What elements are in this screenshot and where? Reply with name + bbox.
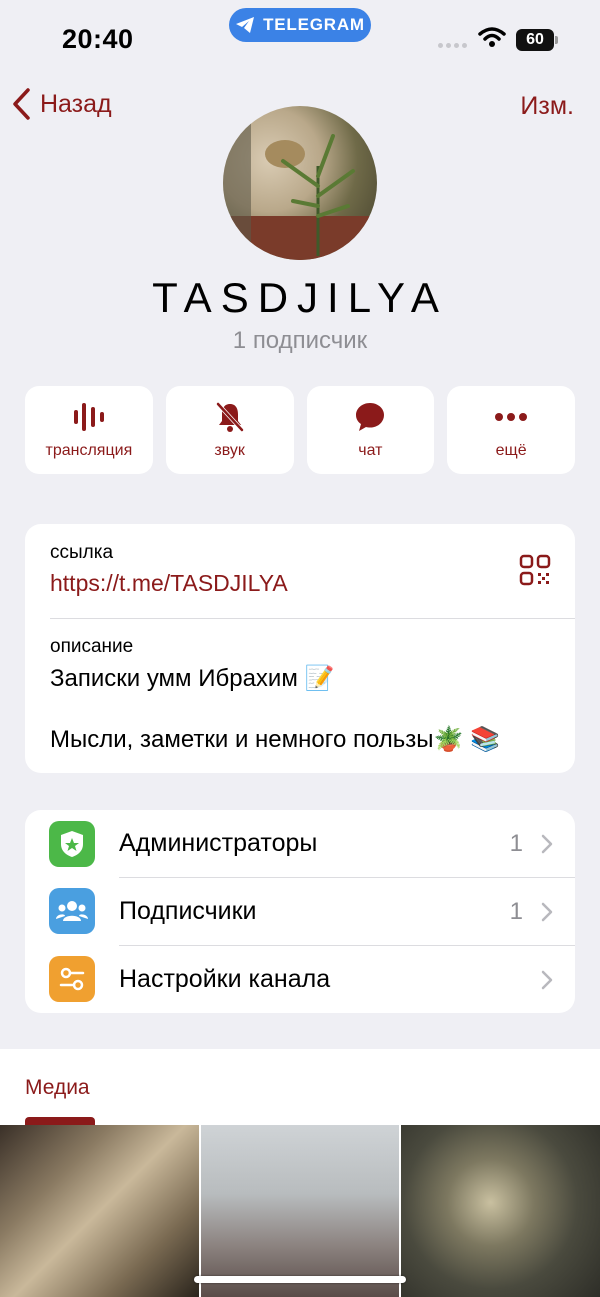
info-divider [50, 618, 575, 619]
more-button[interactable]: ещё [447, 386, 575, 474]
battery-tip [555, 36, 558, 44]
channel-settings-label: Настройки канала [119, 965, 331, 993]
chevron-right-icon [541, 970, 553, 989]
description-line-1: Записки умм Ибрахим 📝 [50, 665, 335, 692]
chevron-right-icon [541, 834, 553, 853]
administrators-label: Администраторы [119, 829, 318, 857]
media-section: Медиа [0, 1049, 600, 1297]
home-indicator[interactable] [194, 1276, 406, 1283]
channel-title: TASDJILYA [152, 274, 448, 321]
action-bar: трансляция звук чат ещё [25, 386, 575, 474]
subscriber-count: 1 подписчик [232, 327, 368, 354]
more-dots-icon [495, 413, 528, 421]
mute-bell-icon [216, 402, 244, 432]
plant-photo [223, 106, 377, 260]
battery-icon: 60 [516, 29, 554, 51]
sound-button[interactable]: звук [165, 386, 294, 474]
clock: 20:40 [62, 24, 134, 54]
qr-code-icon[interactable] [519, 554, 551, 586]
tab-indicator [25, 1117, 95, 1125]
broadcast-label: трансляция [45, 442, 133, 459]
description-line-2: Мысли, заметки и немного пользы🪴 📚 [50, 726, 500, 753]
subscribers-row[interactable]: Подписчики 1 [25, 878, 575, 945]
media-thumb-bouquet[interactable] [401, 1125, 600, 1297]
edit-button[interactable]: Изм. [520, 92, 574, 121]
broadcast-icon [73, 403, 104, 431]
info-card: ссылка https://t.me/TASDJILYA описание З… [25, 524, 575, 773]
channel-settings-row[interactable]: Настройки канала [25, 946, 575, 1013]
subscribers-label: Подписчики [119, 897, 257, 925]
description-block: описание Записки умм Ибрахим 📝 Мысли, за… [50, 636, 500, 754]
description-label: описание [50, 636, 134, 657]
back-label: Назад [40, 89, 112, 118]
users-icon [49, 888, 95, 934]
link-block[interactable]: ссылка https://t.me/TASDJILYA [50, 542, 288, 597]
administrators-row[interactable]: Администраторы 1 [25, 810, 575, 877]
chevron-right-icon [541, 902, 553, 921]
media-thumb-flowers[interactable] [200, 1125, 400, 1297]
tab-media[interactable]: Медиа [25, 1076, 90, 1100]
more-label: ещё [495, 442, 527, 459]
battery-level: 60 [526, 31, 544, 48]
telegram-icon [236, 17, 255, 33]
wifi-icon [478, 27, 506, 47]
chevron-left-icon [13, 88, 30, 120]
status-bar: 20:40 TELEGRAM 60 [0, 0, 600, 80]
channel-settings-icon [49, 956, 95, 1002]
telegram-pill-label: TELEGRAM [263, 15, 365, 34]
chat-label: чат [358, 442, 383, 459]
cellular-signal-icon [438, 43, 467, 48]
media-grid [0, 1125, 600, 1297]
broadcast-button[interactable]: трансляция [25, 386, 153, 474]
admin-badge-icon [49, 821, 95, 867]
administrators-count: 1 [509, 829, 523, 857]
channel-avatar[interactable] [223, 106, 377, 260]
back-button[interactable]: Назад [12, 88, 112, 120]
media-thumb-book[interactable] [0, 1125, 199, 1297]
sound-label: звук [214, 442, 245, 459]
link-label: ссылка [50, 542, 114, 563]
settings-list: Администраторы 1 Подписчики 1 Настройки … [25, 810, 575, 1013]
telegram-pill[interactable]: TELEGRAM [229, 8, 371, 42]
chat-button[interactable]: чат [306, 386, 435, 474]
channel-link[interactable]: https://t.me/TASDJILYA [50, 570, 288, 597]
subscribers-count: 1 [509, 897, 523, 925]
chat-bubble-icon [356, 403, 385, 431]
